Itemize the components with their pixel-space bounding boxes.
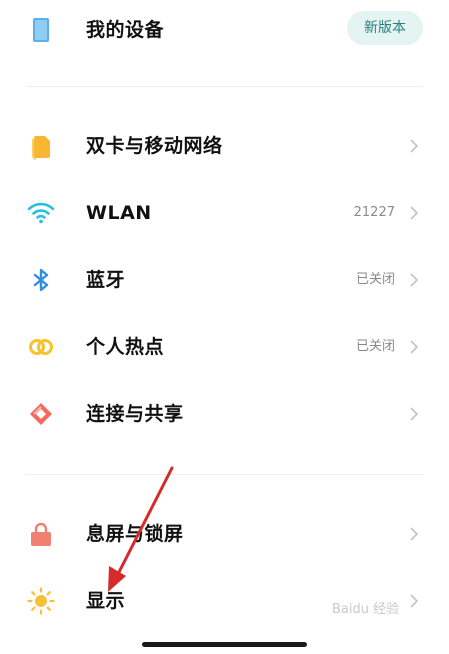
chevron-right-icon <box>410 206 419 220</box>
sim-card-icon <box>26 131 56 161</box>
new-version-badge[interactable]: 新版本 <box>347 11 423 45</box>
item-value: 已关闭 <box>355 272 395 287</box>
my-device-label: 我的设备 <box>86 19 165 41</box>
lock-icon <box>26 519 56 549</box>
chevron-right-icon <box>410 527 419 541</box>
connection-sharing-icon <box>26 399 56 429</box>
settings-item-hotspot[interactable]: 个人热点 已关闭 <box>0 317 449 377</box>
chevron-right-icon <box>410 273 419 287</box>
settings-item-dual-sim[interactable]: 双卡与移动网络 <box>0 116 449 176</box>
item-label: 显示 <box>86 590 126 612</box>
item-value: 已关闭 <box>355 339 395 354</box>
item-label: 息屏与锁屏 <box>86 523 184 545</box>
item-label: 个人热点 <box>86 336 165 358</box>
item-label: WLAN <box>86 202 152 224</box>
item-label: 连接与共享 <box>86 403 184 425</box>
chevron-right-icon <box>410 139 419 153</box>
settings-item-bluetooth[interactable]: 蓝牙 已关闭 <box>0 250 449 310</box>
settings-item-lock-screen[interactable]: 息屏与锁屏 <box>0 504 449 564</box>
home-indicator[interactable] <box>142 642 307 647</box>
hotspot-icon <box>26 332 56 362</box>
divider <box>26 474 423 475</box>
chevron-right-icon <box>410 594 419 608</box>
chevron-right-icon <box>410 340 419 354</box>
item-label: 双卡与移动网络 <box>86 135 223 157</box>
watermark: Baidu 经验 <box>332 602 400 617</box>
bluetooth-icon <box>26 265 56 295</box>
wifi-icon <box>26 198 56 228</box>
settings-item-connection-sharing[interactable]: 连接与共享 <box>0 384 449 444</box>
device-icon <box>26 15 56 45</box>
divider <box>26 86 423 87</box>
settings-item-wlan[interactable]: WLAN 21227 <box>0 183 449 243</box>
chevron-right-icon <box>410 407 419 421</box>
my-device-row[interactable]: 我的设备 新版本 <box>0 0 449 60</box>
sun-icon <box>26 586 56 616</box>
item-label: 蓝牙 <box>86 269 126 291</box>
item-value: 21227 <box>353 205 395 220</box>
